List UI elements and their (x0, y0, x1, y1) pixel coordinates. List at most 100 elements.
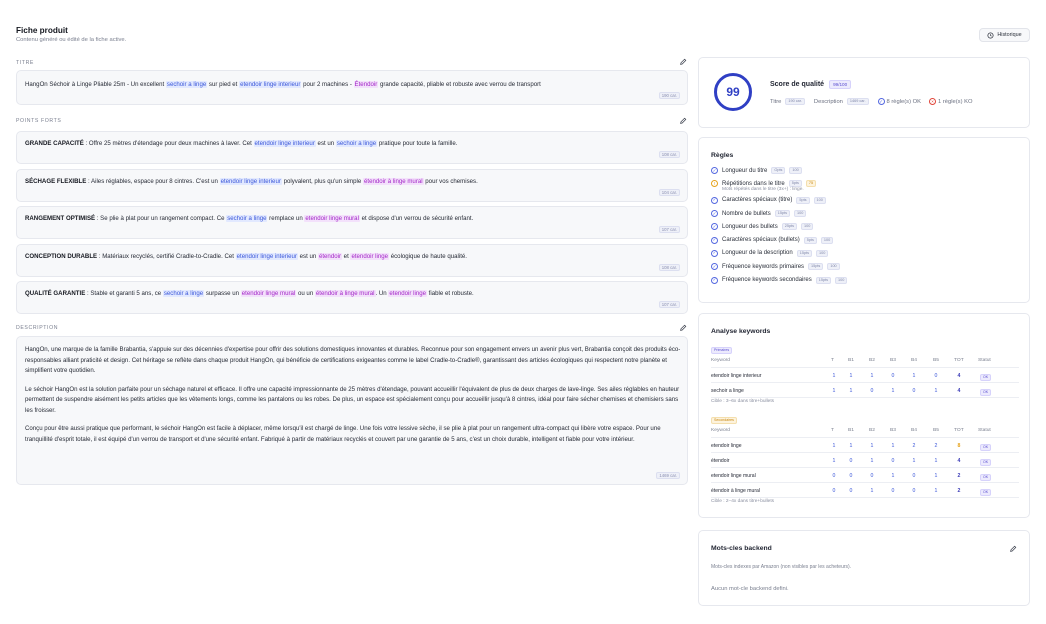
kw-name: etendoir linge interieur (711, 373, 762, 379)
kw-row-divider (711, 397, 1019, 398)
kw-name: étendoir (711, 458, 730, 464)
keyword-secondary-highlight: étendoir à linge mural (362, 178, 424, 185)
bullet-char-count: 108 car. (658, 264, 680, 271)
rule-label: Fréquence keywords secondaires (722, 277, 812, 284)
description-card[interactable]: HangOn, une marque de la famille Brabant… (16, 336, 688, 485)
kw-column-header: T (831, 358, 834, 363)
kw-name: etendoir linge mural (711, 473, 756, 479)
bullet-text: CONCEPTION DURABLE : Matériaux recyclés,… (25, 253, 467, 260)
rule-label: Fréquence keywords primaires (722, 263, 805, 270)
kw-secondary-cible: Cible : 2–4x dans titre+bullets (711, 499, 775, 504)
kw-count: 0 (849, 488, 853, 494)
edit-backend-icon[interactable] (1009, 545, 1017, 553)
keyword-primary-highlight: sechoir a linge (165, 81, 208, 88)
rule-item: ✓ Longueur des bullets 25pts 100 (711, 220, 1011, 233)
kw-column-header: Keyword (711, 358, 731, 363)
kw-column-header: B3 (890, 358, 896, 363)
keyword-primary-highlight: etendoir linge interieur (253, 140, 316, 147)
edit-titre-icon[interactable] (679, 58, 687, 66)
bullet-char-count: 107 car. (658, 226, 680, 233)
keyword-secondary-highlight: étendoir (317, 253, 342, 260)
bullet-card[interactable]: SÉCHAGE FLEXIBLE : Ailes réglables, espa… (16, 169, 688, 202)
bullet-card[interactable]: CONCEPTION DURABLE : Matériaux recyclés,… (16, 244, 688, 277)
rule-item: ✓ Fréquence keywords secondaires 15pts 100 (711, 273, 1011, 286)
history-icon (987, 31, 994, 39)
kw-column-header: Keyword (711, 428, 731, 433)
edit-description-icon[interactable] (679, 324, 687, 332)
rule-score-chip: 100 (820, 236, 834, 244)
kw-count: 1 (934, 473, 938, 479)
kw-count: 1 (934, 388, 938, 394)
check-circle-icon: ✓ (711, 167, 718, 175)
kw-total: 8 (957, 443, 961, 449)
kw-row-divider (711, 497, 1019, 498)
kw-row-divider (711, 452, 1019, 453)
keyword-secondary-highlight: etendoir linge mural (240, 290, 297, 297)
rule-item: ✓ Fréquence keywords primaires 15pts 100 (711, 260, 1011, 273)
kw-count: 1 (934, 458, 938, 464)
kw-count: 1 (849, 373, 853, 379)
rule-score-chip: 100 (794, 210, 807, 218)
kw-count: 1 (870, 458, 874, 464)
kw-column-header: T (831, 428, 834, 433)
bullet-text: QUALITÉ GARANTIE : Stable et garanti 5 a… (25, 290, 474, 297)
history-button[interactable]: Historique (979, 28, 1030, 42)
kw-total: 4 (957, 388, 961, 394)
rule-score-chip: 100 (813, 196, 826, 204)
score-label: Score de qualité (770, 81, 825, 88)
page-subtitle: Contenu généré ou édité de la fiche acti… (16, 37, 127, 43)
keywords-title: Analyse keywords (711, 328, 771, 335)
description-text: HangOn, une marque de la famille Brabant… (25, 345, 681, 453)
kw-name: étendoir à linge mural (711, 488, 760, 494)
keyword-primary-highlight: sechoir a linge (162, 290, 205, 297)
rule-item: ✓ Longueur du titre Opts 100 (711, 164, 1011, 177)
kw-count: 1 (832, 458, 836, 464)
kw-count: 1 (912, 458, 916, 464)
bullet-heading: CONCEPTION DURABLE (25, 253, 98, 260)
kw-count: 0 (849, 473, 853, 479)
rule-label: Caractères spéciaux (titre) (722, 197, 793, 204)
kw-column-header: B1 (848, 428, 854, 433)
kw-column-header: B5 (933, 358, 939, 363)
bullet-char-count: 108 car. (658, 151, 680, 158)
rule-score-chip: 100 (789, 167, 802, 175)
bullet-heading: QUALITÉ GARANTIE (25, 290, 86, 297)
bullet-card[interactable]: QUALITÉ GARANTIE : Stable et garanti 5 a… (16, 281, 688, 314)
score-titre-label: Titre (770, 98, 782, 105)
kw-total: 2 (957, 488, 961, 494)
rule-label: Longueur de la description (722, 250, 793, 257)
kw-total: 4 (957, 458, 961, 464)
edit-points-forts-icon[interactable] (679, 117, 687, 125)
description-paragraph: HangOn, une marque de la famille Brabant… (25, 346, 681, 374)
keyword-primary-highlight: sechoir a linge (335, 140, 378, 147)
score-ring: 99 (714, 73, 752, 111)
kw-count: 0 (832, 488, 836, 494)
kw-status-chip: OK (980, 373, 992, 381)
rule-score-chip: 100 (835, 276, 848, 284)
bullet-text: RANGEMENT OPTIMISÉ : Se plie à plat pour… (25, 215, 474, 222)
titre-card[interactable]: HangOn Séchoir à Linge Pliable 25m - Un … (16, 70, 688, 105)
kw-row-divider (711, 382, 1019, 383)
check-circle-icon: ✓ (711, 263, 718, 271)
titre-section-label: TITRE (16, 60, 34, 66)
description-char-count: 1469 car. (656, 472, 680, 479)
kw-column-header: B3 (890, 428, 896, 433)
bullet-card[interactable]: GRANDE CAPACITÉ : Offre 25 mètres d'éten… (16, 131, 688, 164)
bullet-heading: GRANDE CAPACITÉ (25, 140, 84, 147)
keyword-secondary-highlight: etendoir linge mural (304, 215, 360, 222)
kw-count: 1 (832, 388, 836, 394)
description-section-label: DESCRIPTION (16, 325, 59, 331)
kw-primary-cible: Cible : 3–6x dans titre+bullets (711, 399, 775, 404)
rule-label: Nombre de bullets (722, 210, 771, 217)
kw-count: 2 (934, 443, 938, 449)
kw-count: 1 (832, 443, 836, 449)
keyword-secondary-highlight: Étendoir (353, 81, 379, 88)
keyword-primary-highlight: etendoir linge interieur (219, 178, 282, 185)
kw-count: 1 (891, 388, 895, 394)
titre-char-count: 190 car. (658, 92, 680, 99)
score-desc-chip: 1469 car. (846, 98, 869, 105)
rule-score-chip: 100 (827, 263, 840, 271)
bullet-card[interactable]: RANGEMENT OPTIMISÉ : Se plie à plat pour… (16, 206, 688, 239)
kw-count: 0 (870, 388, 874, 394)
kw-count: 1 (832, 373, 836, 379)
